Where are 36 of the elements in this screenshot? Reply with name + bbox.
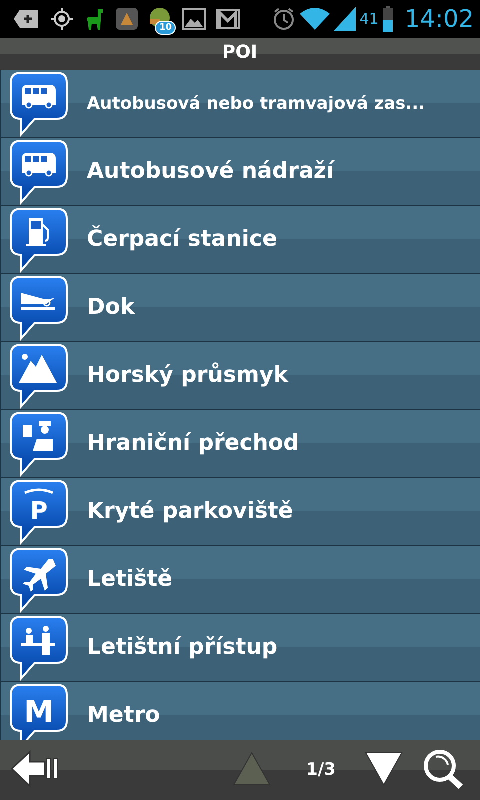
desk-pin-icon [9,614,69,680]
metro-pin-icon: M [9,682,69,740]
poi-list-item[interactable]: Horský průsmyk [0,342,480,410]
battery-level: 41 [360,10,379,28]
crosshair-icon [50,7,74,31]
officer-pin-icon [9,410,69,476]
add-icon [14,8,40,30]
bus-pin-icon [9,70,69,136]
poi-list-item[interactable]: P Kryté parkoviště [0,478,480,546]
poi-list-item[interactable]: Autobusové nádraží [0,138,480,206]
poi-list-item[interactable]: Letiště [0,546,480,614]
mountain-pin-icon [9,342,69,408]
alarm-icon [272,7,296,31]
clock-time: 14:02 [404,5,474,33]
poi-list-item[interactable]: M Metro [0,682,480,740]
image-icon [182,8,206,30]
boat-ramp-pin-icon [9,274,69,340]
bus-pin-icon [9,138,69,204]
notification-badge: 10 [155,21,176,35]
signal-icon [334,7,356,31]
parking-pin-icon: P [9,478,69,544]
screen-title: POI [221,41,259,65]
battery-icon [382,6,393,32]
app-icon [116,8,138,30]
poi-list-item[interactable]: Dok [0,274,480,342]
page-indicator: 1/3 [306,760,336,780]
llama-icon [84,7,106,31]
poi-list-item[interactable]: Čerpací stanice [0,206,480,274]
poi-list-item[interactable]: Letištní přístup [0,614,480,682]
search-button[interactable] [422,748,466,792]
airplane-pin-icon [9,546,69,612]
fuel-pump-pin-icon [9,206,69,272]
wifi-icon [300,7,330,31]
mail-icon [216,9,240,29]
poi-list-item[interactable]: Autobusová nebo tramvajová zas... [0,70,480,138]
poi-list-item[interactable]: Hraniční přechod [0,410,480,478]
